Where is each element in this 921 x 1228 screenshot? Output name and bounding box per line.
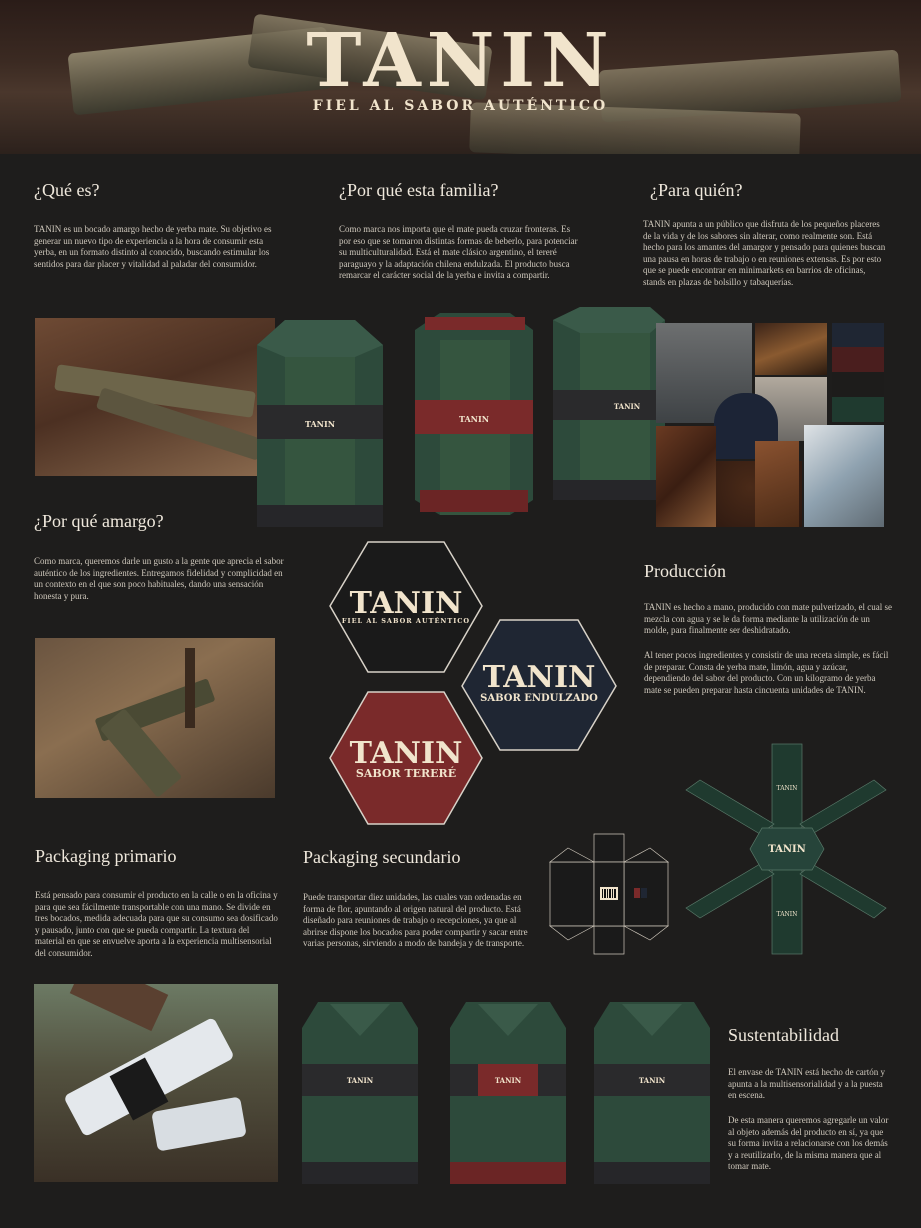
section-body-que-es: TANIN es un bocado amargo hecho de yerba… (34, 224, 272, 269)
pack-green-endulzado: TANIN (553, 307, 665, 500)
dieline-logo: TANIN (777, 785, 798, 792)
hex-logo-terere-variant: SABOR TERERÉ (355, 767, 457, 780)
photo-primary-packaging (34, 984, 278, 1182)
section-body-por-que-amargo: Como marca, queremos darle un gusto a la… (34, 556, 284, 601)
moodboard-collage (656, 323, 884, 527)
photo-yerba-bites-leaves (35, 638, 275, 798)
section-title-que-es: ¿Qué es? (34, 180, 100, 200)
pack-red-terere: TANIN (415, 313, 533, 515)
section-body-sustentabilidad-2: De esta manera queremos agregarle un val… (728, 1115, 889, 1172)
pack-logo: TANIN (614, 402, 641, 411)
pack-logo: TANIN (639, 1076, 666, 1085)
section-title-para-quien: ¿Para quién? (650, 180, 743, 200)
section-body-packaging-primario: Está pensado para consumir el producto e… (35, 890, 278, 958)
pack-logo: TANIN (495, 1076, 522, 1085)
pack-logo: TANIN (459, 414, 489, 424)
section-body-packaging-secundario: Puede transportar diez unidades, las cua… (303, 892, 528, 949)
dieline-secondary-small (548, 833, 670, 955)
section-title-packaging-primario: Packaging primario (35, 846, 177, 866)
pack-logo: TANIN (305, 419, 335, 429)
section-body-para-quien: TANIN apunta a un público que disfruta d… (643, 219, 886, 287)
section-title-sustentabilidad: Sustentabilidad (728, 1025, 839, 1045)
pack-bottom-classic: TANIN (302, 1002, 418, 1184)
pack-logo: TANIN (347, 1076, 374, 1085)
brand-tagline: FIEL AL SABOR AUTÉNTICO (312, 98, 609, 114)
section-title-packaging-secundario: Packaging secundario (303, 847, 461, 867)
dieline-secondary-large: TANIN TANIN TANIN (685, 743, 887, 955)
packaging-secondary-render: TANIN TANIN TANIN (302, 1002, 710, 1184)
section-body-produccion-1: TANIN es hecho a mano, producido con mat… (644, 602, 892, 636)
hex-logo-endulzado-variant: SABOR ENDULZADO (480, 693, 598, 704)
packaging-family-render: TANIN TANIN TANIN (257, 307, 665, 527)
pack-bottom-endulzado: TANIN (594, 1002, 710, 1184)
hex-logo-endulzado-name: TANIN (482, 660, 596, 695)
hero-banner: TANIN FIEL AL SABOR AUTÉNTICO (0, 0, 921, 154)
section-title-por-que-amargo: ¿Por qué amargo? (34, 511, 164, 531)
dieline-logo: TANIN (777, 911, 798, 918)
pack-green-classic: TANIN (257, 320, 383, 527)
barcode-icon (600, 887, 618, 900)
pack-bottom-terere: TANIN (450, 1002, 566, 1184)
brand-logo: TANIN (306, 18, 615, 104)
photo-yerba-bites-table (35, 318, 275, 476)
section-body-por-que-familia: Como marca nos importa que el mate pueda… (339, 224, 578, 281)
section-title-por-que-familia: ¿Por qué esta familia? (339, 180, 499, 200)
section-title-produccion: Producción (644, 561, 726, 581)
hex-logo-classic-tagline: FIEL AL SABOR AUTÉNTICO (341, 617, 471, 625)
section-body-sustentabilidad-1: El envase de TANIN está hecho de cartón … (728, 1067, 886, 1101)
dieline-logo: TANIN (768, 844, 806, 855)
section-body-produccion-2: Al tener pocos ingredientes y consistir … (644, 650, 889, 695)
